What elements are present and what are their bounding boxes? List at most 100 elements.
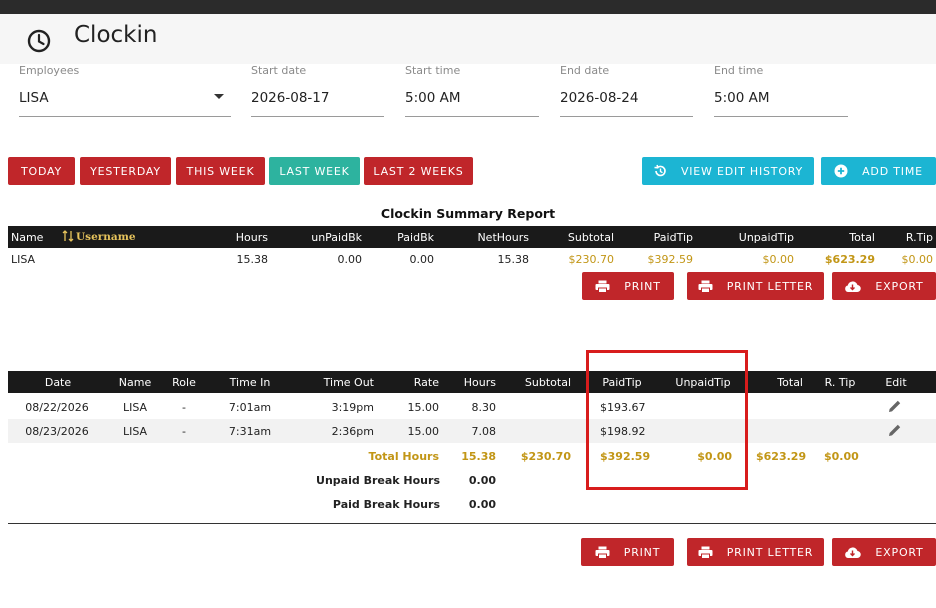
summary-subtotal: $230.70 [568,253,615,266]
view-edit-history-button[interactable]: VIEW EDIT HISTORY [642,157,814,185]
dropdown-caret-icon [214,94,224,99]
total-subtotal: $230.70 [520,450,571,463]
col-unpaid-bk: unPaidBk [311,231,362,244]
col-date: Date [44,376,72,389]
col-total: Total [777,376,803,389]
export-label: EXPORT [875,279,924,293]
today-button[interactable]: TODAY [8,157,75,185]
end-time-value: 5:00 AM [714,90,770,106]
row-hours: 7.08 [471,425,497,438]
summary-report-title: Clockin Summary Report [380,206,556,221]
end-date-value: 2026-08-24 [560,90,639,106]
summary-total: $623.29 [824,253,875,266]
highlight-box [586,350,748,490]
this-week-button[interactable]: THIS WEEK [176,157,265,185]
detail-print-letter-button[interactable]: PRINT LETTER [687,538,824,566]
end-time-label: End time [714,64,764,77]
col-username[interactable]: Username [76,231,136,243]
summary-table-header: Name Username Hours unPaidBk PaidBk NetH… [8,226,936,248]
total-hours-value: 15.38 [461,450,496,463]
total-total: $623.29 [756,450,807,463]
print-label: PRINT [623,545,661,559]
col-r-tip: R.Tip [905,231,933,244]
detail-export-button[interactable]: EXPORT [832,538,936,566]
col-paid-bk: PaidBk [397,231,434,244]
summary-unpaid-tip: $0.00 [762,253,795,266]
yesterday-button[interactable]: YESTERDAY [80,157,171,185]
col-hours: Hours [235,231,268,244]
summary-net-hours: 15.38 [497,253,530,266]
window-top-bar [0,0,936,14]
edit-pencil-icon[interactable] [888,423,902,437]
cloud-download-icon [844,546,862,559]
row-name: LISA [122,425,148,438]
add-time-label: ADD TIME [862,164,923,178]
unpaid-break-hours-label: Unpaid Break Hours [316,474,440,487]
printer-icon [595,280,610,293]
col-name: Name [118,376,152,389]
row-rate: 15.00 [407,401,440,414]
last-2-weeks-button[interactable]: LAST 2 WEEKS [364,157,473,185]
printer-icon [595,546,610,559]
divider [8,523,936,524]
paid-break-hours-value: 0.00 [468,498,496,511]
export-label: EXPORT [875,545,924,559]
start-time-label: Start time [405,64,461,77]
row-role: - [182,425,186,438]
total-r-tip: $0.00 [824,450,859,463]
start-date-label: Start date [251,64,307,77]
total-hours-label: Total Hours [368,450,439,463]
row-time-out: 3:19pm [331,401,374,414]
print-letter-label: PRINT LETTER [726,545,814,559]
row-role: - [182,401,186,414]
print-letter-label: PRINT LETTER [726,279,814,293]
summary-r-tip: $0.00 [901,253,934,266]
detail-print-button[interactable]: PRINT [581,538,674,566]
summary-print-letter-button[interactable]: PRINT LETTER [687,272,824,300]
history-icon [653,164,667,178]
last-week-button[interactable]: LAST WEEK [269,157,360,185]
add-circle-icon [834,164,848,178]
start-time-value: 5:00 AM [405,90,461,106]
summary-hours: 15.38 [236,253,269,266]
col-subtotal: Subtotal [567,231,614,244]
col-time-out: Time Out [323,376,374,389]
printer-icon [698,280,713,293]
row-rate: 15.00 [407,425,440,438]
summary-paid-tip: $392.59 [647,253,694,266]
summary-print-button[interactable]: PRINT [582,272,674,300]
cloud-download-icon [844,280,862,293]
col-unpaid-tip: UnpaidTip [738,231,794,244]
page-title: Clockin [74,22,158,48]
summary-export-button[interactable]: EXPORT [832,272,936,300]
row-time-in: 7:31am [228,425,272,438]
unpaid-break-hours-value: 0.00 [468,474,496,487]
row-time-out: 2:36pm [331,425,374,438]
sort-icon[interactable] [62,230,74,245]
summary-unpaid-bk: 0.00 [337,253,363,266]
employees-label: Employees [19,64,80,77]
col-rate: Rate [413,376,439,389]
col-r-tip: R. Tip [824,376,856,389]
col-edit: Edit [885,376,907,389]
col-name: Name [11,231,44,244]
view-edit-history-label: VIEW EDIT HISTORY [680,164,804,178]
col-paid-tip: PaidTip [653,231,693,244]
col-subtotal: Subtotal [524,376,571,389]
col-time-in: Time In [229,376,271,389]
col-role: Role [172,376,196,389]
edit-pencil-icon[interactable] [888,399,902,413]
row-hours: 8.30 [471,401,497,414]
row-date: 08/22/2026 [25,401,89,414]
paid-break-hours-label: Paid Break Hours [332,498,440,511]
add-time-button[interactable]: ADD TIME [821,157,936,185]
end-date-label: End date [560,64,610,77]
detail-table-header: Date Name Role Time In Time Out Rate Hou… [8,371,936,393]
summary-name: LISA [11,253,36,266]
col-hours: Hours [463,376,496,389]
col-total: Total [849,231,875,244]
clock-icon [27,29,51,53]
row-date: 08/23/2026 [25,425,89,438]
start-date-value: 2026-08-17 [251,90,330,106]
col-net-hours: NetHours [477,231,529,244]
